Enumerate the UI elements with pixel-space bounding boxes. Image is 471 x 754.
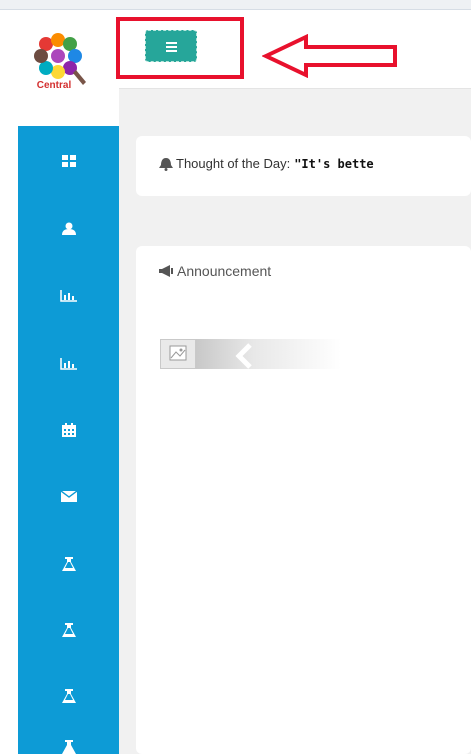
announcement-title: Announcement	[177, 263, 272, 279]
sidebar	[18, 126, 119, 754]
user-icon	[61, 222, 76, 235]
sidebar-item-profile[interactable]	[18, 208, 119, 248]
bar-chart-icon	[59, 358, 77, 370]
calendar-icon	[61, 423, 76, 437]
sidebar-item-lab-3[interactable]	[18, 676, 119, 716]
envelope-icon	[60, 490, 77, 502]
chevron-left-icon[interactable]	[234, 343, 254, 369]
thought-of-the-day: Thought of the Day: "It's bette	[158, 156, 374, 171]
announcement-card: Announcement	[136, 246, 471, 754]
bar-chart-icon	[59, 290, 77, 302]
announcement-header: Announcement	[158, 263, 271, 279]
sidebar-item-calendar[interactable]	[18, 410, 119, 450]
thought-card: Thought of the Day: "It's bette	[136, 136, 471, 196]
sidebar-item-messages[interactable]	[18, 476, 119, 516]
window-top-strip	[0, 0, 471, 10]
highlight-box	[116, 17, 244, 79]
flask-icon	[61, 623, 76, 637]
flask-icon	[61, 689, 76, 703]
dashboard-icon	[61, 155, 76, 167]
thought-label: Thought of the Day:	[176, 156, 291, 171]
sidebar-item-lab-2[interactable]	[18, 610, 119, 650]
megaphone-icon	[159, 265, 173, 277]
logo-text: Central	[37, 80, 72, 91]
slider-track	[196, 339, 341, 369]
arrow-left-icon	[262, 34, 397, 78]
sidebar-item-reports-1[interactable]	[18, 276, 119, 316]
flask-icon	[61, 557, 76, 571]
sidebar-item-lab-4[interactable]	[18, 728, 119, 754]
bell-icon	[159, 157, 173, 171]
left-gutter	[0, 10, 18, 754]
sidebar-item-reports-2[interactable]	[18, 344, 119, 384]
central-logo: Central	[34, 33, 86, 91]
sidebar-item-lab-1[interactable]	[18, 544, 119, 584]
sidebar-item-dashboard[interactable]	[18, 141, 119, 181]
broken-image-icon	[160, 339, 196, 369]
thought-quote: "It's bette	[294, 156, 374, 171]
flask-icon	[61, 740, 76, 754]
